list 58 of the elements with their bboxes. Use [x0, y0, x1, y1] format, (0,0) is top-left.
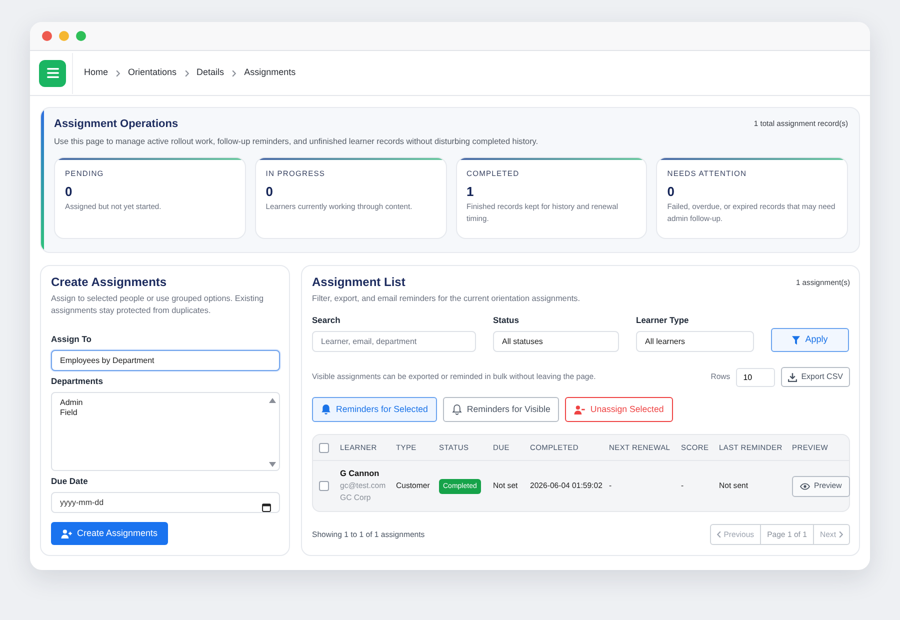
scroll-up-icon	[269, 398, 276, 403]
field-label: Learner Type	[636, 315, 690, 326]
user-plus-icon	[61, 528, 72, 538]
search-field[interactable]: Learner, email, department	[312, 331, 476, 352]
field-label: Search	[312, 315, 342, 326]
scroll-down-icon	[269, 462, 276, 467]
unassign-button[interactable]: Unassign Selected	[565, 397, 673, 422]
listbox-option[interactable]: Field	[60, 408, 269, 418]
create-assignments-button[interactable]: Create Assignments	[51, 522, 168, 545]
panel-title: Assignment Operations	[54, 117, 178, 131]
stat-value: 0	[266, 184, 274, 199]
dropdown-field[interactable]: Employees by Department	[51, 350, 280, 371]
reminders-selected-button[interactable]: Reminders for Selected	[312, 397, 437, 422]
dropdown-field[interactable]: All statuses	[493, 331, 619, 352]
menu-button[interactable]	[39, 60, 66, 86]
export-csv-button[interactable]: Export CSV	[781, 367, 850, 387]
listbox-option[interactable]: Admin	[60, 398, 269, 408]
learner-name: G Cannon	[340, 468, 380, 480]
bell-icon	[321, 404, 331, 415]
bell-outline-icon	[452, 404, 462, 415]
calendar-icon	[262, 503, 271, 512]
chevron-right-icon	[184, 70, 189, 76]
row-checkbox[interactable]	[319, 481, 329, 491]
panel-description: Use this page to manage active rollout work, follow-up reminders, and unfinished learner records without disturbing completed history.	[54, 136, 540, 147]
field-label: Due Date	[51, 476, 89, 487]
dropdown-field[interactable]: All learners	[636, 331, 754, 352]
chevron-right-icon	[839, 531, 843, 538]
field-label: Assign To	[51, 334, 92, 345]
date-field[interactable]: yyyy-mm-dd	[51, 492, 280, 513]
chevron-right-icon	[116, 70, 120, 76]
field-label: Status	[493, 315, 520, 326]
chevron-left-icon	[716, 531, 721, 538]
reminders-visible-button[interactable]: Reminders for Visible	[442, 397, 560, 422]
rows-field[interactable]: 10	[736, 368, 776, 386]
card-description: Filter, export, and email reminders for the current orientation assignments.	[312, 293, 582, 305]
card-description: Assign to selected people or use grouped options. Existing assignments stay protected from duplicates.	[51, 293, 265, 317]
card-title: Create Assignments	[51, 275, 168, 290]
field-label: Departments	[51, 376, 104, 387]
user-minus-icon	[574, 404, 586, 414]
filter-icon	[792, 336, 800, 344]
apply-button[interactable]: Apply	[771, 328, 849, 352]
breadcrumb-link[interactable]: Orientations	[128, 66, 177, 80]
stat-value: 0	[667, 184, 676, 199]
breadcrumb-link[interactable]: Details	[196, 66, 224, 80]
download-icon	[788, 372, 798, 382]
close-dot-icon[interactable]	[42, 31, 52, 41]
eye-icon	[800, 482, 810, 490]
maximize-dot-icon[interactable]	[76, 31, 86, 41]
stat-value: 0	[65, 184, 74, 199]
menu-icon	[46, 68, 58, 78]
minimize-dot-icon[interactable]	[59, 31, 69, 41]
stat-value: 1	[466, 184, 475, 199]
chevron-right-icon	[232, 70, 236, 76]
breadcrumb-link[interactable]: Home	[84, 66, 108, 80]
card-title: Assignment List	[312, 275, 406, 290]
listbox-field[interactable]: Admin Field	[51, 392, 280, 471]
breadcrumb-current: Assignments	[244, 66, 296, 80]
select-all-checkbox[interactable]	[319, 442, 329, 452]
